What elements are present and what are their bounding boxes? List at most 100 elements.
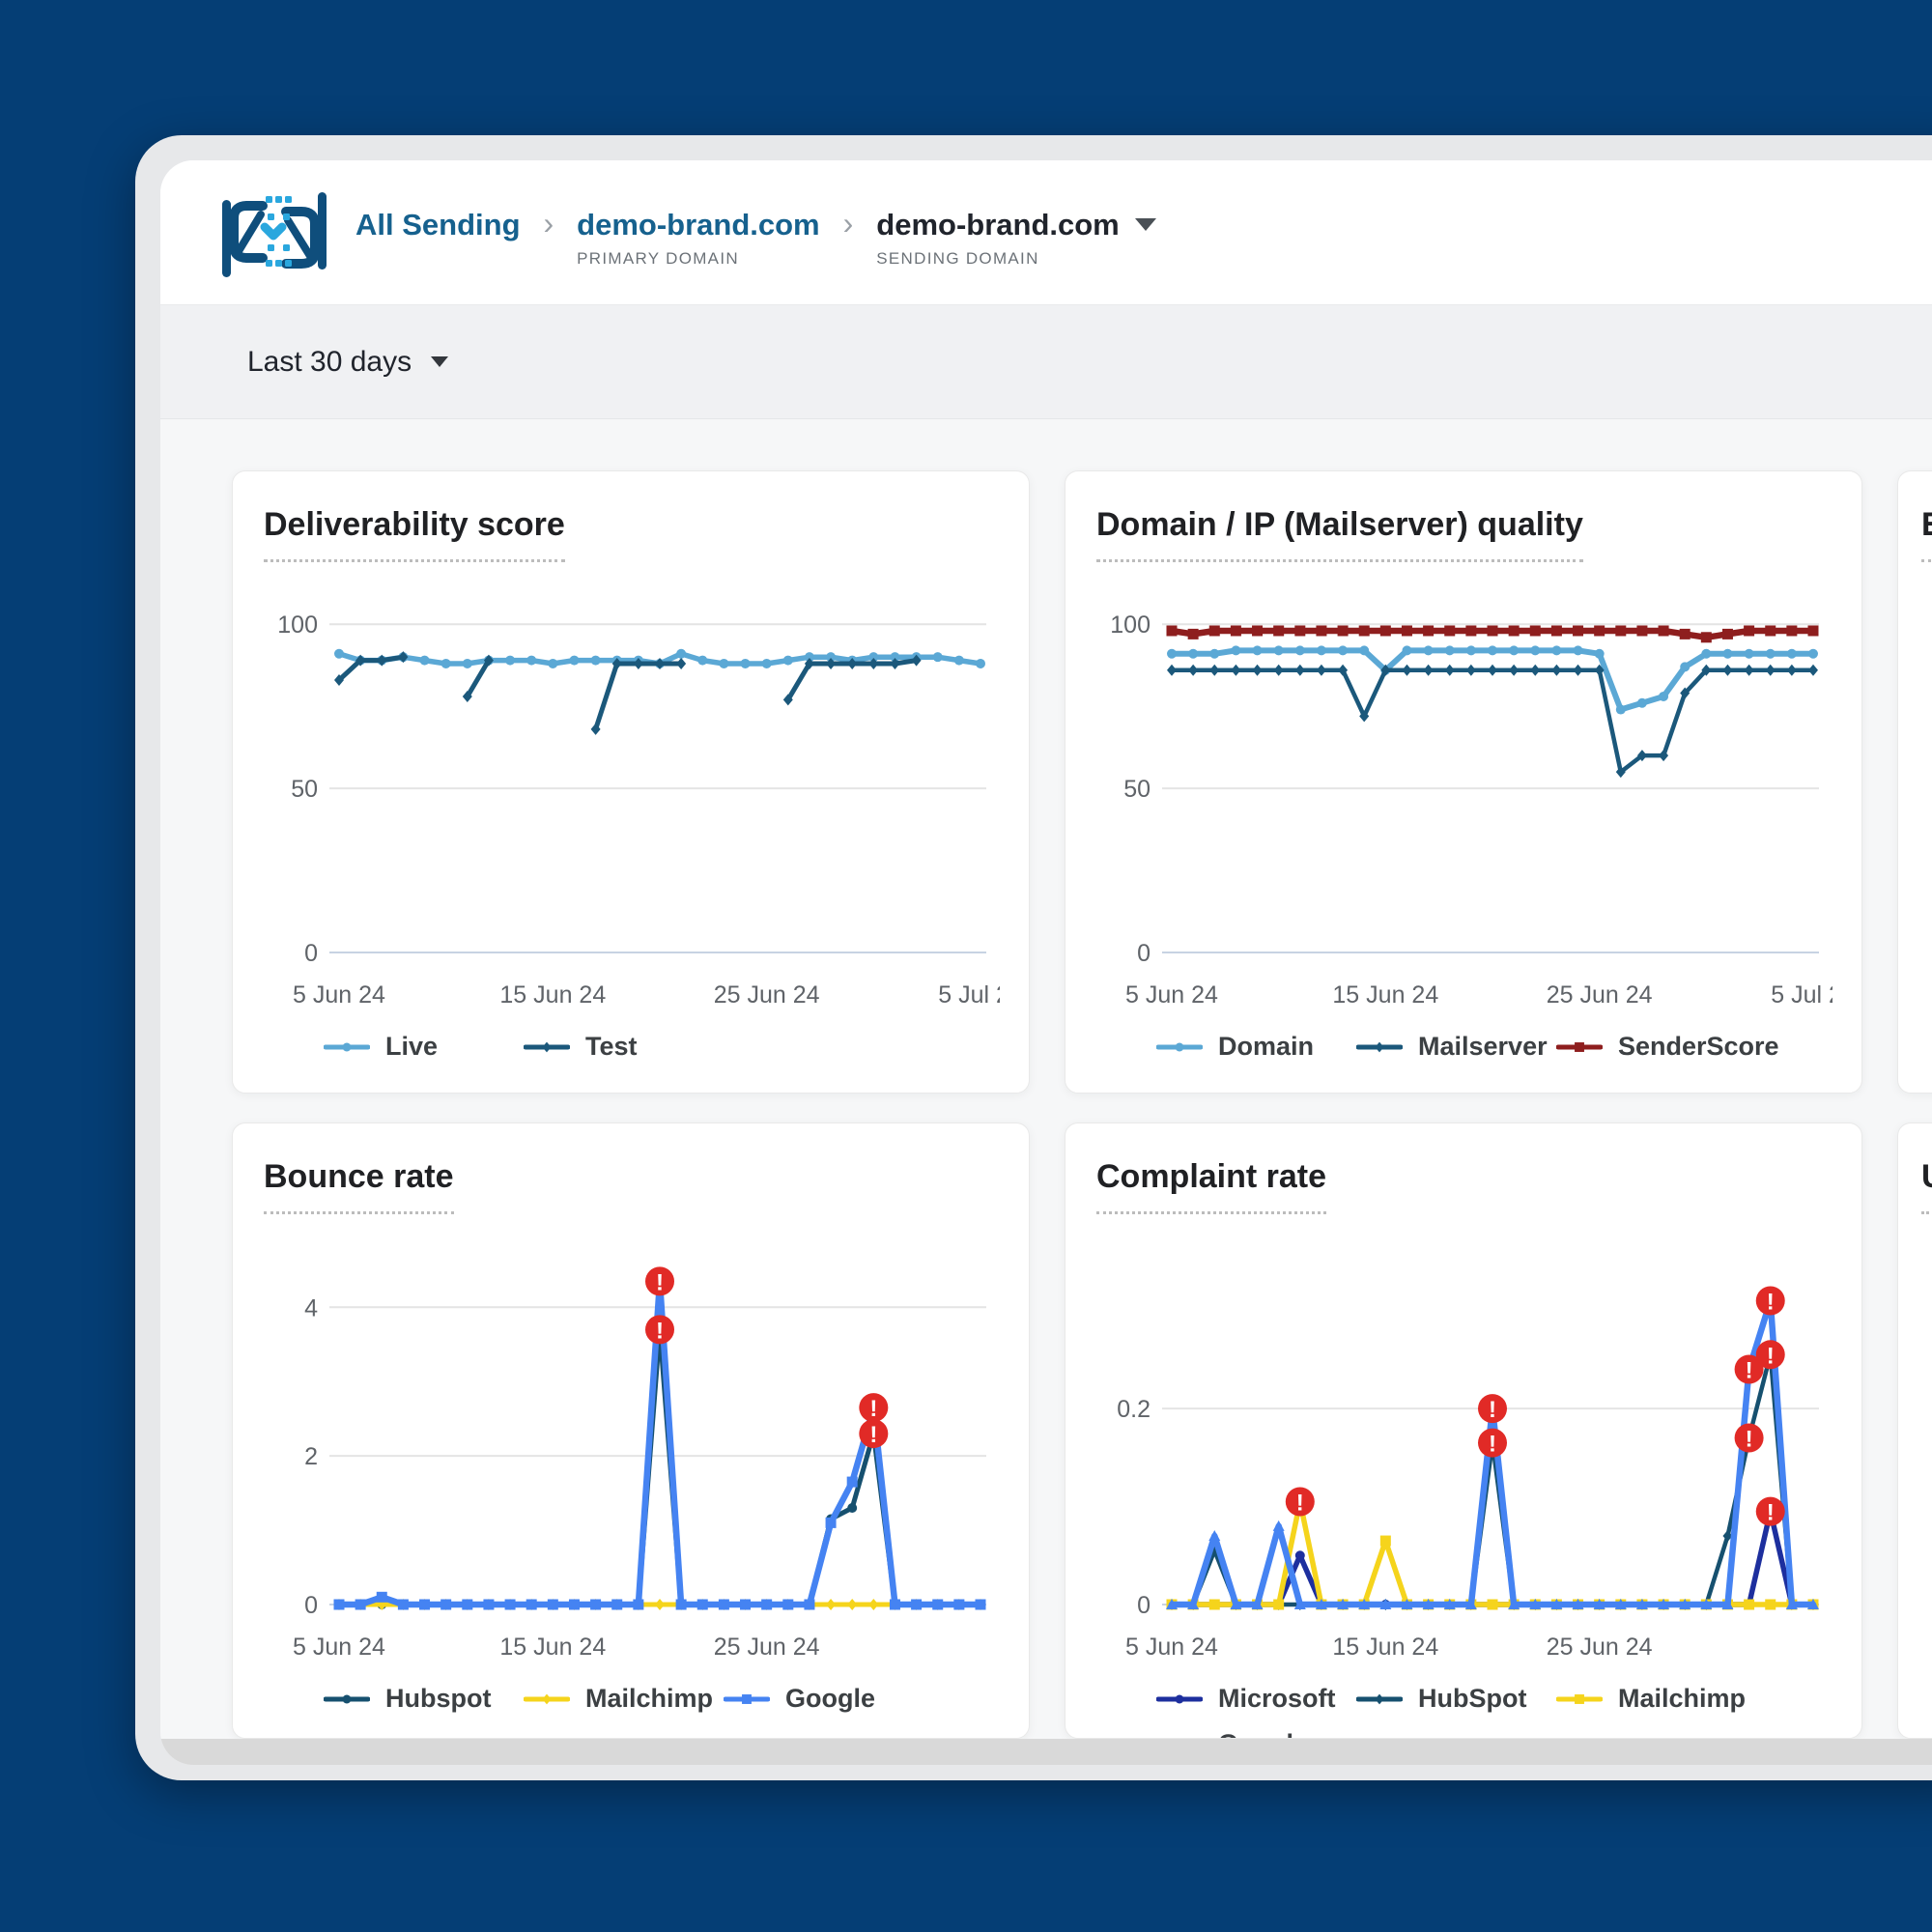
chart-legend: Microsoft HubSpot Mailchimp Google	[1096, 1684, 1831, 1739]
app-window: All Sending › demo-brand.com PRIMARY DOM…	[135, 135, 1932, 1780]
svg-text:100: 100	[1110, 611, 1151, 639]
breadcrumb-primary-domain[interactable]: demo-brand.com PRIMARY DOMAIN	[577, 210, 819, 270]
legend-label: Mailserver	[1418, 1032, 1548, 1062]
breadcrumb-sublabel: SENDING DOMAIN	[876, 249, 1155, 269]
svg-text:5 Jun 24: 5 Jun 24	[1125, 1634, 1218, 1661]
svg-text:50: 50	[291, 776, 318, 803]
svg-text:!: !	[1767, 1343, 1775, 1369]
svg-text:5 Jul 24: 5 Jul 24	[1771, 981, 1833, 1009]
legend-item-live[interactable]: Live	[324, 1032, 524, 1062]
legend-swatch-icon	[324, 1037, 370, 1057]
brand-logo-icon[interactable]	[220, 184, 328, 282]
legend-label: SenderScore	[1618, 1032, 1779, 1062]
svg-text:0: 0	[1137, 940, 1151, 967]
legend-item-mailserver[interactable]: Mailserver	[1356, 1032, 1556, 1062]
svg-text:0: 0	[304, 1592, 318, 1619]
legend-item-google[interactable]: Google	[1156, 1729, 1356, 1739]
svg-text:25 Jun 24: 25 Jun 24	[714, 1634, 820, 1661]
svg-text:!: !	[656, 1318, 664, 1344]
legend-item-test[interactable]: Test	[524, 1032, 724, 1062]
breadcrumb-label[interactable]: demo-brand.com	[577, 210, 819, 242]
svg-text:!: !	[1746, 1358, 1753, 1384]
card-partial-bottom-right: U	[1897, 1122, 1932, 1739]
content-clip-strip	[160, 1739, 1932, 1765]
svg-text:5 Jun 24: 5 Jun 24	[1125, 981, 1218, 1009]
legend-label: Live	[385, 1032, 438, 1062]
chevron-down-icon[interactable]	[1135, 218, 1156, 231]
app-surface: All Sending › demo-brand.com PRIMARY DOM…	[160, 160, 1932, 1765]
legend-item-mailchimp[interactable]: Mailchimp	[1556, 1684, 1756, 1714]
chart-legend: Live Test	[264, 1032, 998, 1062]
svg-text:25 Jun 24: 25 Jun 24	[1547, 981, 1653, 1009]
card-domain-ip-quality: Domain / IP (Mailserver) quality 0501005…	[1065, 470, 1862, 1094]
chevron-right-icon: ›	[843, 208, 854, 239]
chart-legend: Hubspot Mailchimp Google	[264, 1684, 998, 1714]
charts-grid: Deliverability score 0 50 100 5 Jun 24 15 Ju…	[232, 470, 1932, 1739]
svg-text:0.2: 0.2	[1117, 1396, 1151, 1423]
chart-title: E	[1921, 506, 1932, 562]
legend-item-domain[interactable]: Domain	[1156, 1032, 1356, 1062]
deliverability-score-chart: 0501005 Jun 2415 Jun 2425 Jun 245 Jul 24	[264, 576, 1000, 1030]
chart-title: Bounce rate	[264, 1158, 454, 1214]
svg-text:25 Jun 24: 25 Jun 24	[1547, 1634, 1653, 1661]
svg-text:25 Jun 24: 25 Jun 24	[714, 981, 820, 1009]
legend-swatch-icon	[1356, 1037, 1403, 1057]
breadcrumb-all-sending[interactable]: All Sending	[355, 210, 521, 242]
svg-text:!: !	[1489, 1432, 1496, 1458]
legend-label: HubSpot	[1418, 1684, 1526, 1714]
legend-item-hubspot[interactable]: Hubspot	[324, 1684, 524, 1714]
breadcrumb-label[interactable]: demo-brand.com	[876, 210, 1119, 242]
svg-text:!: !	[869, 1396, 877, 1422]
legend-label: Hubspot	[385, 1684, 491, 1714]
date-range-selector[interactable]: Last 30 days	[247, 346, 412, 379]
chart-legend: Domain Mailserver SenderScore	[1096, 1032, 1831, 1062]
legend-item-mailchimp[interactable]: Mailchimp	[524, 1684, 724, 1714]
legend-label: Microsoft	[1218, 1684, 1336, 1714]
legend-swatch-icon	[1156, 1690, 1203, 1709]
svg-text:!: !	[1746, 1427, 1753, 1453]
domain-ip-quality-chart: 0 50 100 5 Jun 24 15 Jun 24 25 Jun 24 5 Jul 24	[1096, 576, 1833, 1030]
legend-item-google[interactable]: Google	[724, 1684, 923, 1714]
svg-text:0: 0	[1137, 1592, 1151, 1619]
svg-text:!: !	[1296, 1490, 1304, 1516]
legend-swatch-icon	[524, 1037, 570, 1057]
breadcrumb: All Sending › demo-brand.com PRIMARY DOM…	[355, 210, 1156, 270]
chevron-down-icon[interactable]	[431, 356, 448, 367]
chart-title: Deliverability score	[264, 506, 565, 562]
breadcrumb-sending-domain[interactable]: demo-brand.com SENDING DOMAIN	[876, 210, 1155, 270]
svg-text:50: 50	[1123, 776, 1151, 803]
svg-text:!: !	[1767, 1500, 1775, 1526]
legend-item-hubspot[interactable]: HubSpot	[1356, 1684, 1556, 1714]
card-deliverability-score: Deliverability score 0501005 Jun 2415 Ju…	[232, 470, 1030, 1094]
card-bounce-rate: Bounce rate 0245 Jun 2415 Jun 2425 Jun 2…	[232, 1122, 1030, 1739]
bounce-rate-chart: 0245 Jun 2415 Jun 2425 Jun 24!!!!	[264, 1228, 1000, 1682]
header: All Sending › demo-brand.com PRIMARY DOM…	[160, 160, 1932, 305]
legend-label: Google	[1218, 1729, 1308, 1739]
filter-bar: Last 30 days	[160, 305, 1932, 419]
breadcrumb-label[interactable]: All Sending	[355, 210, 521, 242]
legend-swatch-icon	[324, 1690, 370, 1709]
svg-text:15 Jun 24: 15 Jun 24	[499, 981, 606, 1009]
svg-text:0: 0	[304, 940, 318, 967]
legend-item-microsoft[interactable]: Microsoft	[1156, 1684, 1356, 1714]
svg-text:15 Jun 24: 15 Jun 24	[1332, 1634, 1438, 1661]
legend-label: Test	[585, 1032, 638, 1062]
svg-text:5 Jun 24: 5 Jun 24	[293, 1634, 385, 1661]
legend-swatch-icon	[1356, 1690, 1403, 1709]
breadcrumb-sublabel: PRIMARY DOMAIN	[577, 249, 819, 269]
svg-text:15 Jun 24: 15 Jun 24	[1332, 981, 1438, 1009]
chevron-right-icon: ›	[544, 208, 554, 239]
legend-label: Google	[785, 1684, 875, 1714]
legend-label: Mailchimp	[585, 1684, 713, 1714]
legend-swatch-icon	[724, 1690, 770, 1709]
dashboard-content: Deliverability score 0 50 100 5 Jun 24 15 Ju…	[160, 419, 1932, 1765]
svg-text:2: 2	[304, 1443, 318, 1470]
svg-text:4: 4	[304, 1294, 318, 1321]
card-partial-top-right: E	[1897, 470, 1932, 1094]
chart-title: U	[1921, 1158, 1932, 1214]
svg-text:5 Jul 24: 5 Jul 24	[938, 981, 1000, 1009]
legend-item-senderscore[interactable]: SenderScore	[1556, 1032, 1779, 1062]
chart-title: Complaint rate	[1096, 1158, 1326, 1214]
svg-text:!: !	[869, 1422, 877, 1448]
svg-text:!: !	[656, 1269, 664, 1295]
